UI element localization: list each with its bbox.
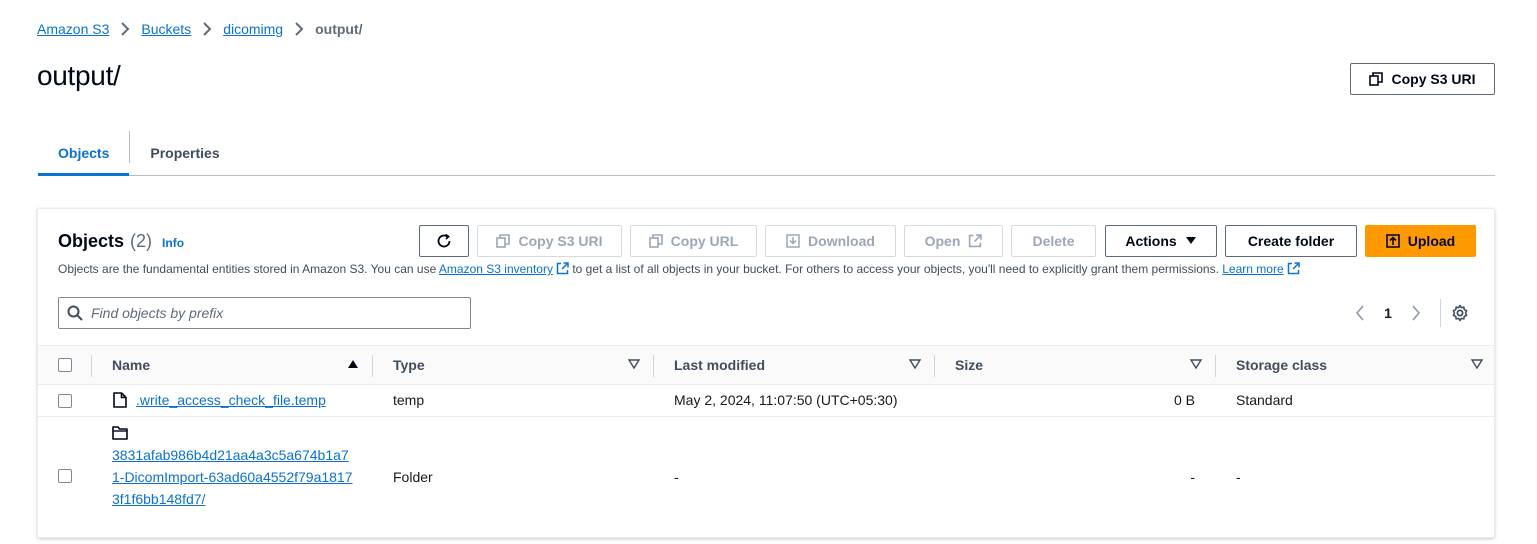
column-divider xyxy=(1215,355,1216,377)
search-icon xyxy=(67,305,83,321)
object-name-link[interactable]: .write_access_check_file.temp xyxy=(136,392,326,408)
object-storage-class: - xyxy=(1236,469,1241,485)
folder-name-link[interactable]: 3831afab986b4d21aa4a3c5a674b1a71-DicomIm… xyxy=(112,444,356,510)
object-last-modified: - xyxy=(674,469,679,485)
table-row[interactable]: 3831afab986b4d21aa4a3c5a674b1a71-DicomIm… xyxy=(38,417,1494,537)
breadcrumb: Amazon S3 Buckets dicomimg output/ xyxy=(37,19,363,39)
sort-icon[interactable] xyxy=(909,359,921,369)
column-header-name[interactable]: Name xyxy=(112,346,150,384)
column-header-last-modified[interactable]: Last modified xyxy=(674,346,765,384)
refresh-button[interactable] xyxy=(419,225,469,257)
external-link-icon xyxy=(969,234,983,248)
column-divider xyxy=(91,355,92,377)
breadcrumb-amazon-s3[interactable]: Amazon S3 xyxy=(37,21,109,37)
page-number[interactable]: 1 xyxy=(1374,305,1402,321)
tab-objects[interactable]: Objects xyxy=(38,130,130,176)
tab-bar: Objects Properties xyxy=(38,130,1495,176)
copy-s3-uri-label: Copy S3 URI xyxy=(1391,71,1476,87)
column-header-size[interactable]: Size xyxy=(955,346,983,384)
tab-properties-label: Properties xyxy=(150,144,220,161)
copy-url-label: Copy URL xyxy=(670,233,739,249)
chevron-right-icon xyxy=(283,22,315,36)
search-box xyxy=(58,297,471,329)
copy-icon xyxy=(496,234,511,248)
info-link[interactable]: Info xyxy=(162,236,184,250)
gear-icon[interactable] xyxy=(1451,304,1469,322)
search-input[interactable] xyxy=(91,305,451,321)
breadcrumb-buckets[interactable]: Buckets xyxy=(141,21,191,37)
learn-more-link[interactable]: Learn more xyxy=(1222,262,1300,276)
copy-icon xyxy=(1369,72,1384,86)
copy-icon xyxy=(648,234,663,248)
select-all-cell xyxy=(58,346,72,384)
column-divider xyxy=(372,355,373,377)
download-icon xyxy=(786,234,800,248)
chevron-right-icon[interactable] xyxy=(1402,305,1430,321)
create-folder-label: Create folder xyxy=(1247,233,1335,249)
select-all-checkbox[interactable] xyxy=(58,358,72,372)
desc-text-2: to get a list of all objects in your buc… xyxy=(568,262,1223,276)
s3-inventory-label: Amazon S3 inventory xyxy=(438,262,553,276)
table-header: Name Type Last modified Size Storage cla… xyxy=(38,345,1494,385)
folder-icon xyxy=(112,426,128,440)
pagination: 1 xyxy=(1346,299,1469,327)
objects-description: Objects are the fundamental entities sto… xyxy=(58,262,1300,276)
delete-label: Delete xyxy=(1032,233,1075,249)
create-folder-button[interactable]: Create folder xyxy=(1225,225,1357,257)
column-divider xyxy=(934,355,935,377)
learn-more-label: Learn more xyxy=(1222,262,1284,276)
download-button[interactable]: Download xyxy=(765,225,896,257)
tab-properties[interactable]: Properties xyxy=(130,130,239,175)
download-label: Download xyxy=(808,233,875,249)
chevron-right-icon xyxy=(191,22,223,36)
chevron-right-icon xyxy=(109,22,141,36)
column-header-type[interactable]: Type xyxy=(393,346,425,384)
row-checkbox[interactable] xyxy=(58,394,72,408)
open-button[interactable]: Open xyxy=(904,225,1003,257)
copy-s3-uri-toolbar-label: Copy S3 URI xyxy=(518,233,603,249)
caret-down-icon xyxy=(1185,237,1196,244)
copy-s3-uri-toolbar-button[interactable]: Copy S3 URI xyxy=(477,225,622,257)
object-last-modified: May 2, 2024, 11:07:50 (UTC+05:30) xyxy=(674,392,898,408)
row-checkbox[interactable] xyxy=(58,469,72,483)
objects-header: Objects (2) Info xyxy=(58,231,184,252)
actions-label: Actions xyxy=(1125,233,1177,249)
open-label: Open xyxy=(924,233,961,249)
delete-button[interactable]: Delete xyxy=(1011,225,1096,257)
external-link-icon xyxy=(556,262,569,275)
breadcrumb-dicomimg[interactable]: dicomimg xyxy=(223,21,283,37)
column-header-storage-class[interactable]: Storage class xyxy=(1236,346,1327,384)
file-icon xyxy=(113,392,127,408)
object-storage-class: Standard xyxy=(1236,392,1293,408)
pager-divider xyxy=(1440,299,1441,327)
refresh-icon xyxy=(437,233,451,248)
tab-objects-label: Objects xyxy=(58,144,110,161)
s3-inventory-link[interactable]: Amazon S3 inventory xyxy=(439,262,569,276)
external-link-icon xyxy=(1287,262,1300,275)
object-type: Folder xyxy=(393,469,433,485)
upload-button[interactable]: Upload xyxy=(1365,225,1476,257)
table-row[interactable]: .write_access_check_file.temp temp May 2… xyxy=(38,385,1494,417)
desc-text-1: Objects are the fundamental entities sto… xyxy=(58,262,439,276)
object-type: temp xyxy=(393,392,425,408)
objects-title: Objects xyxy=(58,231,125,251)
copy-url-button[interactable]: Copy URL xyxy=(630,225,757,257)
sort-icon[interactable] xyxy=(1471,359,1483,369)
page-title: output/ xyxy=(37,60,121,91)
objects-count: (2) xyxy=(130,231,153,251)
sort-icon[interactable] xyxy=(1190,359,1202,369)
sort-icon[interactable] xyxy=(628,359,640,369)
objects-panel: Objects (2) Info Objects are the fundame… xyxy=(37,208,1495,538)
sort-ascending-icon[interactable] xyxy=(347,359,359,369)
copy-s3-uri-button[interactable]: Copy S3 URI xyxy=(1350,63,1495,95)
breadcrumb-current: output/ xyxy=(315,21,363,37)
object-size: - xyxy=(1190,469,1195,485)
chevron-left-icon[interactable] xyxy=(1346,305,1374,321)
upload-icon xyxy=(1385,234,1400,248)
object-size: 0 B xyxy=(1173,392,1195,408)
column-divider xyxy=(653,355,654,377)
upload-label: Upload xyxy=(1407,233,1456,249)
actions-dropdown[interactable]: Actions xyxy=(1105,225,1217,257)
